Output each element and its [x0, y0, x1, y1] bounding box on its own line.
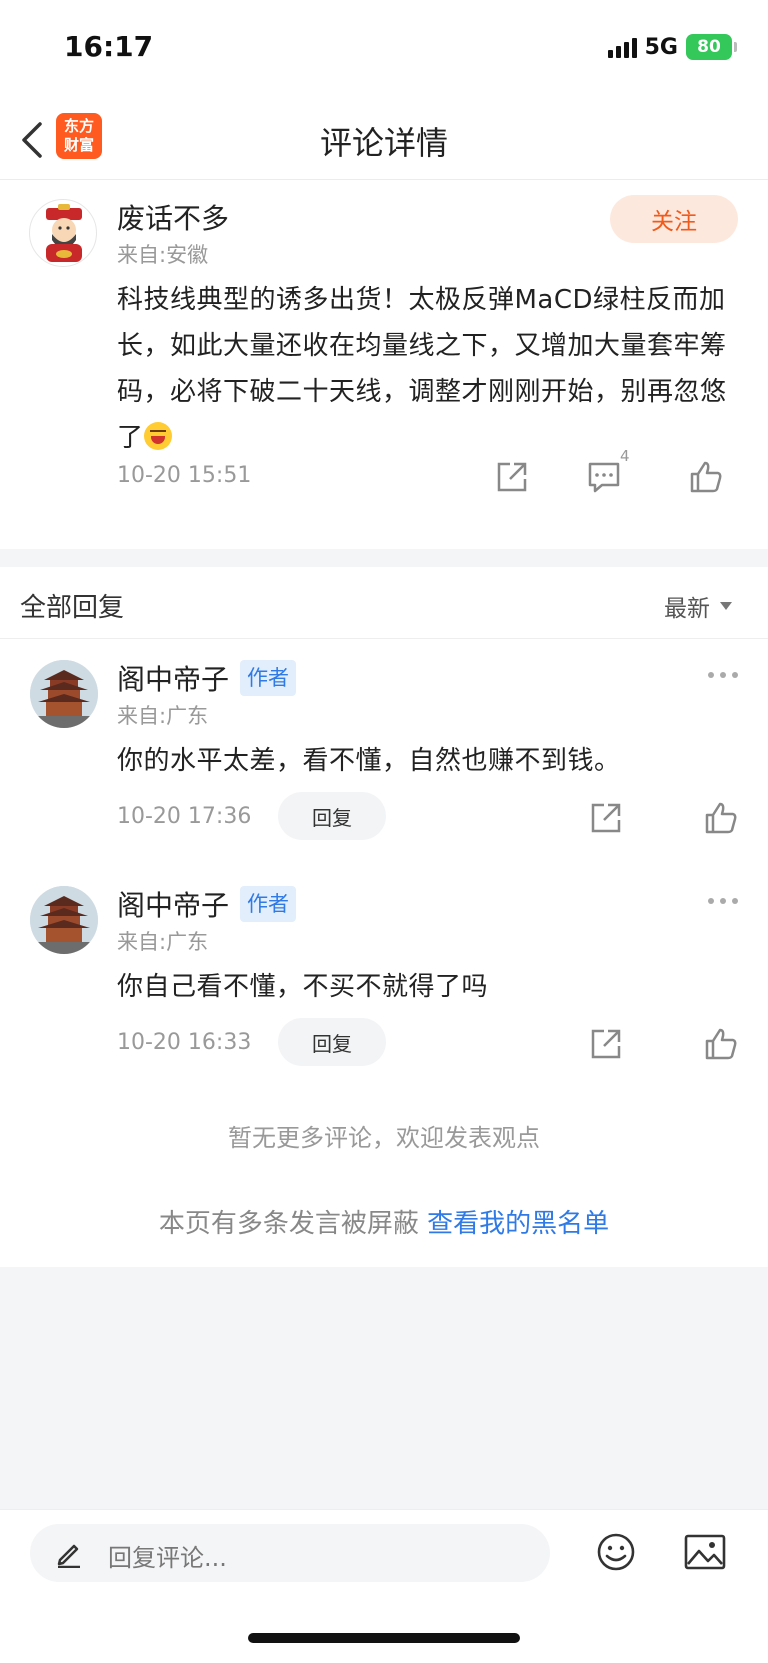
- avatar[interactable]: [29, 199, 97, 267]
- author-badge: 作者: [240, 886, 296, 922]
- comment-icon[interactable]: [586, 459, 622, 495]
- empty-area: [0, 1267, 768, 1509]
- status-bar: 16:17 5G 80: [0, 0, 768, 100]
- blocked-notice: 本页有多条发言被屏蔽 查看我的黑名单: [0, 1203, 768, 1240]
- emoji-icon[interactable]: [596, 1532, 636, 1572]
- pavilion-avatar-icon: [30, 886, 98, 954]
- battery-icon: 80: [686, 34, 737, 60]
- chevron-down-icon: [720, 602, 732, 610]
- reply-button-label: 回复: [312, 1031, 352, 1056]
- home-indicator[interactable]: [248, 1633, 520, 1643]
- post-text: 科技线典型的诱多出货！太极反弹MaCD绿柱反而加长，如此大量还收在均量线之下，又…: [117, 285, 727, 453]
- reply-item: 阁中帝子 作者 来自:广东 你自己看不懂，不买不就得了吗 10-20 16:33…: [0, 866, 768, 1092]
- reply-text: 你的水平太差，看不懂，自然也赚不到钱。: [117, 746, 621, 776]
- share-icon[interactable]: [588, 800, 624, 836]
- post-location: 来自:安徽: [117, 243, 209, 267]
- reply-location: 来自:广东: [117, 930, 209, 954]
- original-post: 废话不多 来自:安徽 关注 科技线典型的诱多出货！太极反弹MaCD绿柱反而加长，…: [0, 181, 768, 549]
- blacklist-link[interactable]: 查看我的黑名单: [427, 1209, 609, 1239]
- sort-dropdown[interactable]: 最新: [664, 589, 732, 623]
- reply-text: 你自己看不懂，不买不就得了吗: [117, 972, 489, 1002]
- reply-button[interactable]: 回复: [278, 1018, 386, 1066]
- more-icon[interactable]: [708, 672, 738, 678]
- comment-input[interactable]: 回复评论...: [30, 1524, 550, 1582]
- no-more-comments-text: 暂无更多评论，欢迎发表观点: [228, 1124, 540, 1152]
- reply-button-label: 回复: [312, 805, 352, 830]
- blocked-text: 本页有多条发言被屏蔽: [158, 1209, 428, 1239]
- battery-level: 80: [697, 37, 721, 57]
- reply-item: 阁中帝子 作者 来自:广东 你的水平太差，看不懂，自然也赚不到钱。 10-20 …: [0, 640, 768, 866]
- comment-count: 4: [620, 447, 630, 465]
- like-icon[interactable]: [688, 459, 724, 495]
- reply-author-name[interactable]: 阁中帝子: [117, 884, 229, 924]
- reply-location: 来自:广东: [117, 704, 209, 728]
- share-icon[interactable]: [588, 1026, 624, 1062]
- post-timestamp: 10-20 15:51: [117, 463, 252, 488]
- god-of-wealth-avatar-icon: [46, 204, 82, 262]
- replies-title: 全部回复: [20, 593, 125, 623]
- signal-icon: [607, 36, 637, 58]
- avatar[interactable]: [30, 886, 98, 954]
- input-placeholder: 回复评论...: [108, 1544, 227, 1572]
- network-type: 5G: [644, 34, 678, 60]
- like-icon[interactable]: [703, 800, 739, 836]
- page-title: 评论详情: [319, 124, 448, 162]
- image-icon[interactable]: [684, 1534, 726, 1570]
- more-icon[interactable]: [708, 898, 738, 904]
- status-indicators: 5G 80: [607, 34, 737, 60]
- reply-button[interactable]: 回复: [278, 792, 386, 840]
- replies-header: 全部回复 最新: [0, 567, 768, 639]
- author-badge: 作者: [240, 660, 296, 696]
- sort-label: 最新: [664, 596, 710, 622]
- reply-author-name[interactable]: 阁中帝子: [117, 658, 229, 698]
- nav-bar: 东方财富 评论详情: [0, 100, 768, 180]
- status-time: 16:17: [64, 30, 154, 63]
- pencil-icon: [57, 1544, 80, 1568]
- share-icon[interactable]: [494, 459, 530, 495]
- follow-button[interactable]: 关注: [610, 195, 738, 243]
- laughing-emoji-icon: [143, 422, 172, 450]
- post-author-name[interactable]: 废话不多: [117, 197, 229, 237]
- post-content: 科技线典型的诱多出货！太极反弹MaCD绿柱反而加长，如此大量还收在均量线之下，又…: [117, 277, 737, 461]
- follow-label: 关注: [651, 209, 697, 235]
- like-icon[interactable]: [703, 1026, 739, 1062]
- pavilion-avatar-icon: [30, 660, 98, 728]
- section-divider: [0, 549, 768, 567]
- avatar[interactable]: [30, 660, 98, 728]
- reply-timestamp: 10-20 17:36: [117, 804, 252, 829]
- reply-timestamp: 10-20 16:33: [117, 1030, 252, 1055]
